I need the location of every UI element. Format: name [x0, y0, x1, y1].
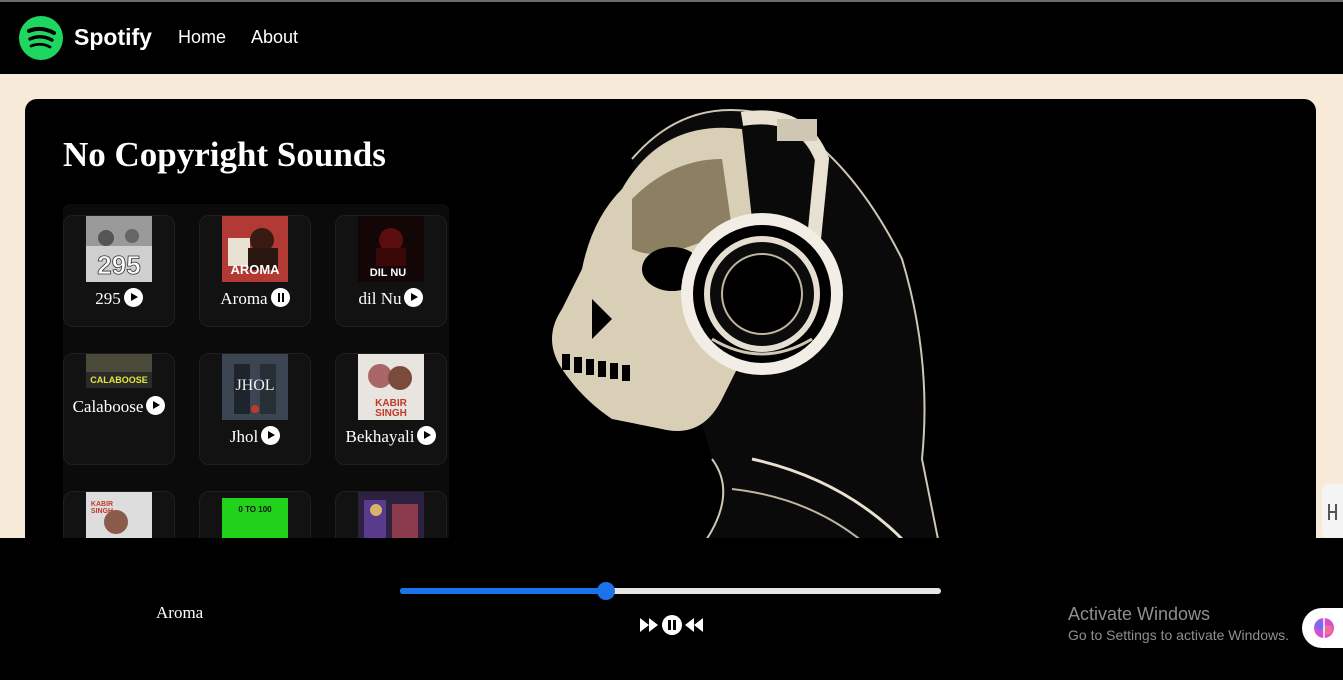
song-card[interactable]: AROMA Aroma	[199, 215, 311, 327]
svg-text:AROMA: AROMA	[230, 262, 280, 277]
progress-thumb[interactable]	[596, 582, 615, 600]
song-list: 295 295 AROMA Aroma DIL NU dil Nu CALABO…	[63, 204, 449, 559]
song-row: Jhol	[200, 426, 310, 447]
svg-text:0 TO 100: 0 TO 100	[238, 505, 272, 514]
song-card[interactable]: DIL NU dil Nu	[335, 215, 447, 327]
play-icon[interactable]	[261, 426, 281, 445]
svg-text:JHOL: JHOL	[235, 377, 274, 394]
watermark-title: Activate Windows	[1068, 604, 1211, 624]
song-card[interactable]: KABIR SINGH Bekhayali	[335, 353, 447, 465]
song-card[interactable]: 295 295	[63, 215, 175, 327]
svg-text:295: 295	[97, 250, 140, 280]
progress-bar[interactable]	[400, 582, 941, 600]
album-cover-aroma: AROMA	[222, 216, 288, 282]
side-panel-tab[interactable]	[1322, 484, 1343, 538]
svg-text:KABIR: KABIR	[91, 501, 113, 508]
song-name: dil Nu	[358, 289, 402, 308]
main-container: No Copyright Sounds 295 295 AROMA Aroma …	[25, 99, 1316, 559]
progress-fill	[400, 588, 606, 594]
windows-activation-watermark: Activate Windows Go to Settings to activ…	[1068, 604, 1289, 643]
page-title: No Copyright Sounds	[63, 135, 386, 174]
album-cover-295: 295	[86, 216, 152, 282]
nav-about-link[interactable]: About	[251, 27, 298, 48]
song-row: Bekhayali	[336, 426, 446, 447]
play-icon[interactable]	[417, 426, 437, 445]
play-icon[interactable]	[146, 396, 166, 415]
song-row: dil Nu	[336, 288, 446, 309]
svg-text:SINGH: SINGH	[91, 508, 113, 515]
album-cover-bekhayali: KABIR SINGH	[358, 354, 424, 420]
assistant-button[interactable]	[1302, 608, 1343, 648]
song-name: Jhol	[229, 427, 259, 446]
album-cover-jhol: JHOL	[222, 354, 288, 420]
brand-name: Spotify	[74, 24, 152, 50]
song-name: Aroma	[220, 289, 268, 308]
play-icon[interactable]	[404, 288, 424, 307]
pause-icon[interactable]	[661, 614, 683, 636]
skull-headphones-image	[522, 99, 952, 559]
album-cover-dil-nu: DIL NU	[358, 216, 424, 282]
song-row: Calaboose	[64, 396, 174, 417]
song-name: Calaboose	[72, 397, 144, 416]
now-playing-title: Aroma	[156, 603, 204, 622]
pause-icon[interactable]	[270, 288, 290, 307]
spotify-logo-icon[interactable]	[19, 16, 63, 60]
song-row: 295	[64, 288, 174, 309]
nav-home-link[interactable]: Home	[178, 27, 226, 48]
song-name: Bekhayali	[345, 427, 415, 446]
song-name: 295	[95, 289, 121, 308]
expand-icon	[1328, 504, 1337, 520]
navbar: Spotify Home About	[0, 2, 1343, 74]
brain-icon	[1314, 618, 1334, 638]
svg-text:DIL NU: DIL NU	[370, 267, 407, 279]
song-card[interactable]: CALABOOSE Calaboose	[63, 353, 175, 465]
svg-text:SINGH: SINGH	[375, 408, 407, 419]
forward-icon[interactable]	[638, 614, 660, 636]
song-row: Aroma	[200, 288, 310, 309]
rewind-icon[interactable]	[683, 614, 705, 636]
album-cover-calaboose: CALABOOSE	[86, 354, 152, 388]
watermark-subtitle: Go to Settings to activate Windows.	[1068, 627, 1289, 643]
play-icon[interactable]	[123, 288, 143, 307]
song-card[interactable]: JHOL Jhol	[199, 353, 311, 465]
svg-text:CALABOOSE: CALABOOSE	[90, 375, 148, 385]
